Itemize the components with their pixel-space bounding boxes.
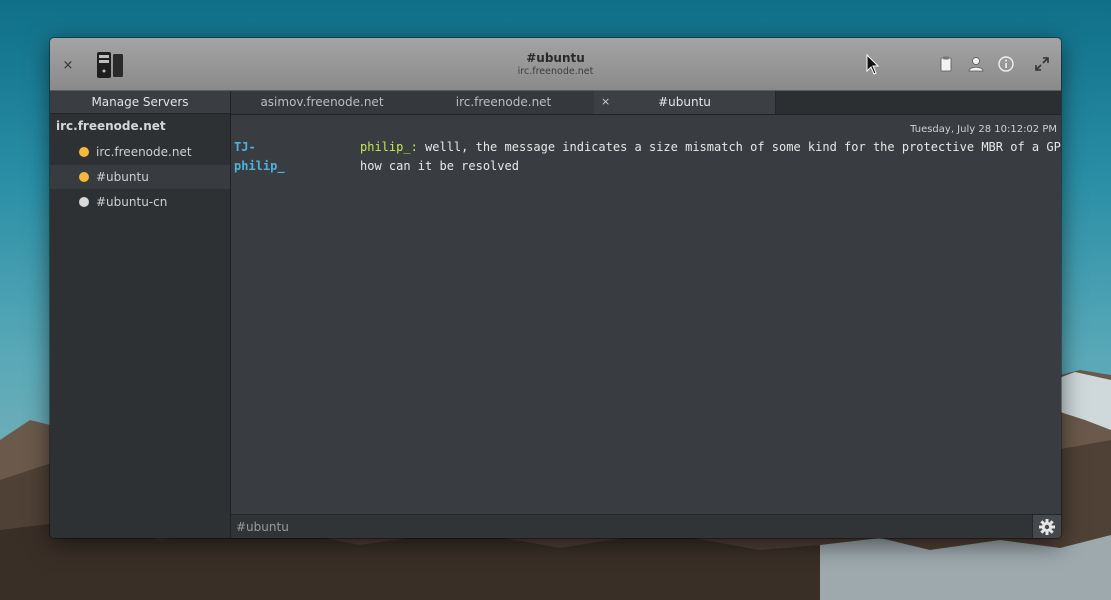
gear-icon — [1039, 519, 1055, 535]
clipboard-icon[interactable] — [937, 55, 955, 73]
server-header[interactable]: irc.freenode.net — [56, 119, 166, 133]
tab-label: irc.freenode.net — [455, 95, 552, 109]
message-nick[interactable]: TJ- — [234, 140, 256, 154]
tab-ubuntu[interactable]: × #ubuntu — [594, 91, 776, 114]
message-mention: philip_: — [360, 140, 418, 154]
window-title: #ubuntu — [526, 51, 585, 65]
status-dot-icon — [79, 147, 89, 157]
close-tab-icon[interactable]: × — [601, 91, 610, 113]
user-icon[interactable] — [967, 55, 985, 73]
message-input[interactable] — [231, 515, 1027, 538]
info-icon[interactable] — [997, 55, 1015, 73]
sidebar-item-label: #ubuntu-cn — [96, 195, 168, 209]
irc-client-window: × #ubuntu irc.freenode.net Manage Server… — [50, 38, 1061, 538]
chat-message: philip_ how can it be resolved — [234, 159, 1060, 175]
sidebar-item-irc-freenode[interactable]: irc.freenode.net — [50, 140, 230, 164]
message-content: how can it be resolved — [360, 159, 519, 173]
sidebar-item-label: #ubuntu — [96, 170, 149, 184]
status-dot-icon — [79, 172, 89, 182]
server-sidebar: Manage Servers irc.freenode.net irc.free… — [50, 91, 231, 538]
tab-label: asimov.freenode.net — [260, 95, 384, 109]
tab-irc-freenode[interactable]: irc.freenode.net — [413, 91, 595, 114]
window-subtitle: irc.freenode.net — [517, 66, 594, 77]
manage-servers-button[interactable]: Manage Servers — [50, 91, 230, 114]
sidebar-item-ubuntu[interactable]: #ubuntu — [50, 165, 230, 189]
status-dot-icon — [79, 197, 89, 207]
tab-label: #ubuntu — [658, 95, 711, 109]
message-text: how can it be resolved — [360, 159, 519, 173]
mouse-cursor-icon — [866, 54, 880, 75]
tab-bar: asimov.freenode.net irc.freenode.net × #… — [231, 91, 1061, 115]
message-timestamp: Tuesday, July 28 10:12:02 PM — [910, 124, 1057, 135]
message-nick[interactable]: philip_ — [234, 159, 285, 173]
message-content: welll, the message indicates a size mism… — [417, 140, 1061, 154]
sidebar-item-ubuntu-cn[interactable]: #ubuntu-cn — [50, 190, 230, 214]
message-text: philip_: welll, the message indicates a … — [360, 140, 1061, 154]
message-input-bar — [231, 514, 1061, 538]
tab-asimov-freenode[interactable]: asimov.freenode.net — [231, 91, 414, 114]
titlebar: × #ubuntu irc.freenode.net — [50, 38, 1061, 91]
sidebar-item-label: irc.freenode.net — [96, 145, 192, 159]
chat-log: Tuesday, July 28 10:12:02 PM TJ- philip_… — [231, 115, 1061, 513]
chat-message: TJ- philip_: welll, the message indicate… — [234, 140, 1061, 156]
settings-button[interactable] — [1032, 515, 1061, 538]
fullscreen-icon[interactable] — [1033, 55, 1051, 73]
